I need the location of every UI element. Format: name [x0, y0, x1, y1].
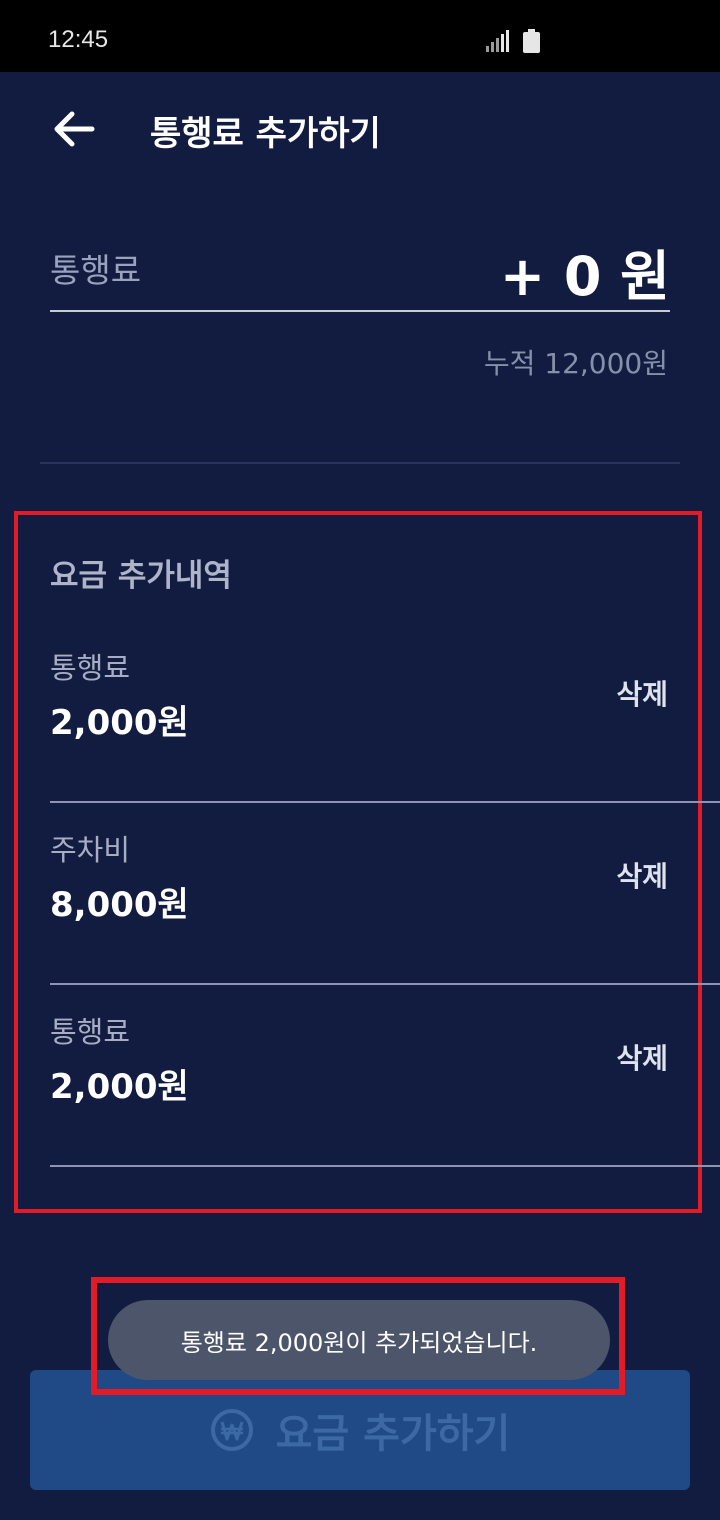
add-fee-button-label: 요금 추가하기: [275, 1411, 511, 1457]
section-divider: [40, 462, 680, 464]
history-item-label: 통행료: [50, 1015, 131, 1049]
back-arrow-icon[interactable]: [50, 106, 96, 152]
won-icon: [210, 1409, 253, 1451]
history-item: 통행료 2,000원 삭제: [50, 621, 720, 803]
history-item-label: 통행료: [50, 651, 131, 685]
history-item-amount: 8,000원: [50, 885, 189, 925]
fee-input-underline: [50, 310, 670, 312]
history-title: 요금 추가내역: [50, 558, 232, 594]
history-item-label: 주차비: [50, 833, 131, 867]
history-item: 통행료 2,000원 삭제: [50, 985, 720, 1167]
fee-label: 통행료: [50, 251, 142, 290]
toast-highlight-box: [91, 1277, 625, 1395]
page-title: 통행료 추가하기: [150, 114, 381, 154]
cumulative-total: 누적 12,000원: [483, 347, 668, 380]
status-bar: 12:45: [0, 0, 720, 72]
history-item-amount: 2,000원: [50, 1067, 189, 1107]
history-item-amount: 2,000원: [50, 703, 189, 743]
fee-amount-input[interactable]: + 0 원: [500, 232, 670, 311]
delete-button[interactable]: 삭제: [616, 1037, 668, 1077]
signal-icon: [486, 30, 509, 52]
status-time: 12:45: [48, 26, 109, 53]
battery-icon: [523, 29, 540, 53]
delete-button[interactable]: 삭제: [616, 855, 668, 895]
history-item: 주차비 8,000원 삭제: [50, 803, 720, 985]
delete-button[interactable]: 삭제: [616, 673, 668, 713]
